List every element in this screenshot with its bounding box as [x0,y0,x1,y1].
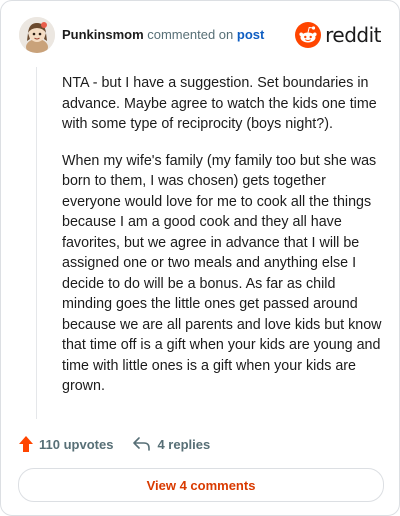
comment-card: Punkinsmom commented on post reddit NTA … [0,0,400,516]
author-name[interactable]: Punkinsmom [62,27,144,42]
upvote-button[interactable]: 110 upvotes [19,436,113,452]
user-avatar[interactable] [19,17,55,53]
reddit-snoo-icon [295,22,322,48]
post-link[interactable]: post [237,27,264,42]
comment-actions: 110 upvotes 4 replies [19,433,210,455]
upvote-count: 110 upvotes [39,436,114,452]
reply-count: 4 replies [157,436,211,452]
upvote-arrow-icon [19,436,33,452]
action-text: commented on [147,27,234,42]
comment-paragraph: When my wife's family (my family too but… [62,152,382,395]
reply-arrow-icon [133,437,151,451]
thread-line [36,67,37,419]
comment-attribution: Punkinsmom commented on post [62,27,264,42]
comment-body: NTA - but I have a suggestion. Set bound… [62,73,384,413]
reddit-brand[interactable]: reddit [295,21,381,49]
replies-button[interactable]: 4 replies [133,437,210,452]
comment-paragraph: NTA - but I have a suggestion. Set bound… [62,75,377,132]
brand-wordmark: reddit [325,23,381,47]
view-comments-button[interactable]: View 4 comments [18,468,384,502]
avatar-illustration-icon [19,17,55,53]
comment-header: Punkinsmom commented on post reddit [19,17,383,53]
